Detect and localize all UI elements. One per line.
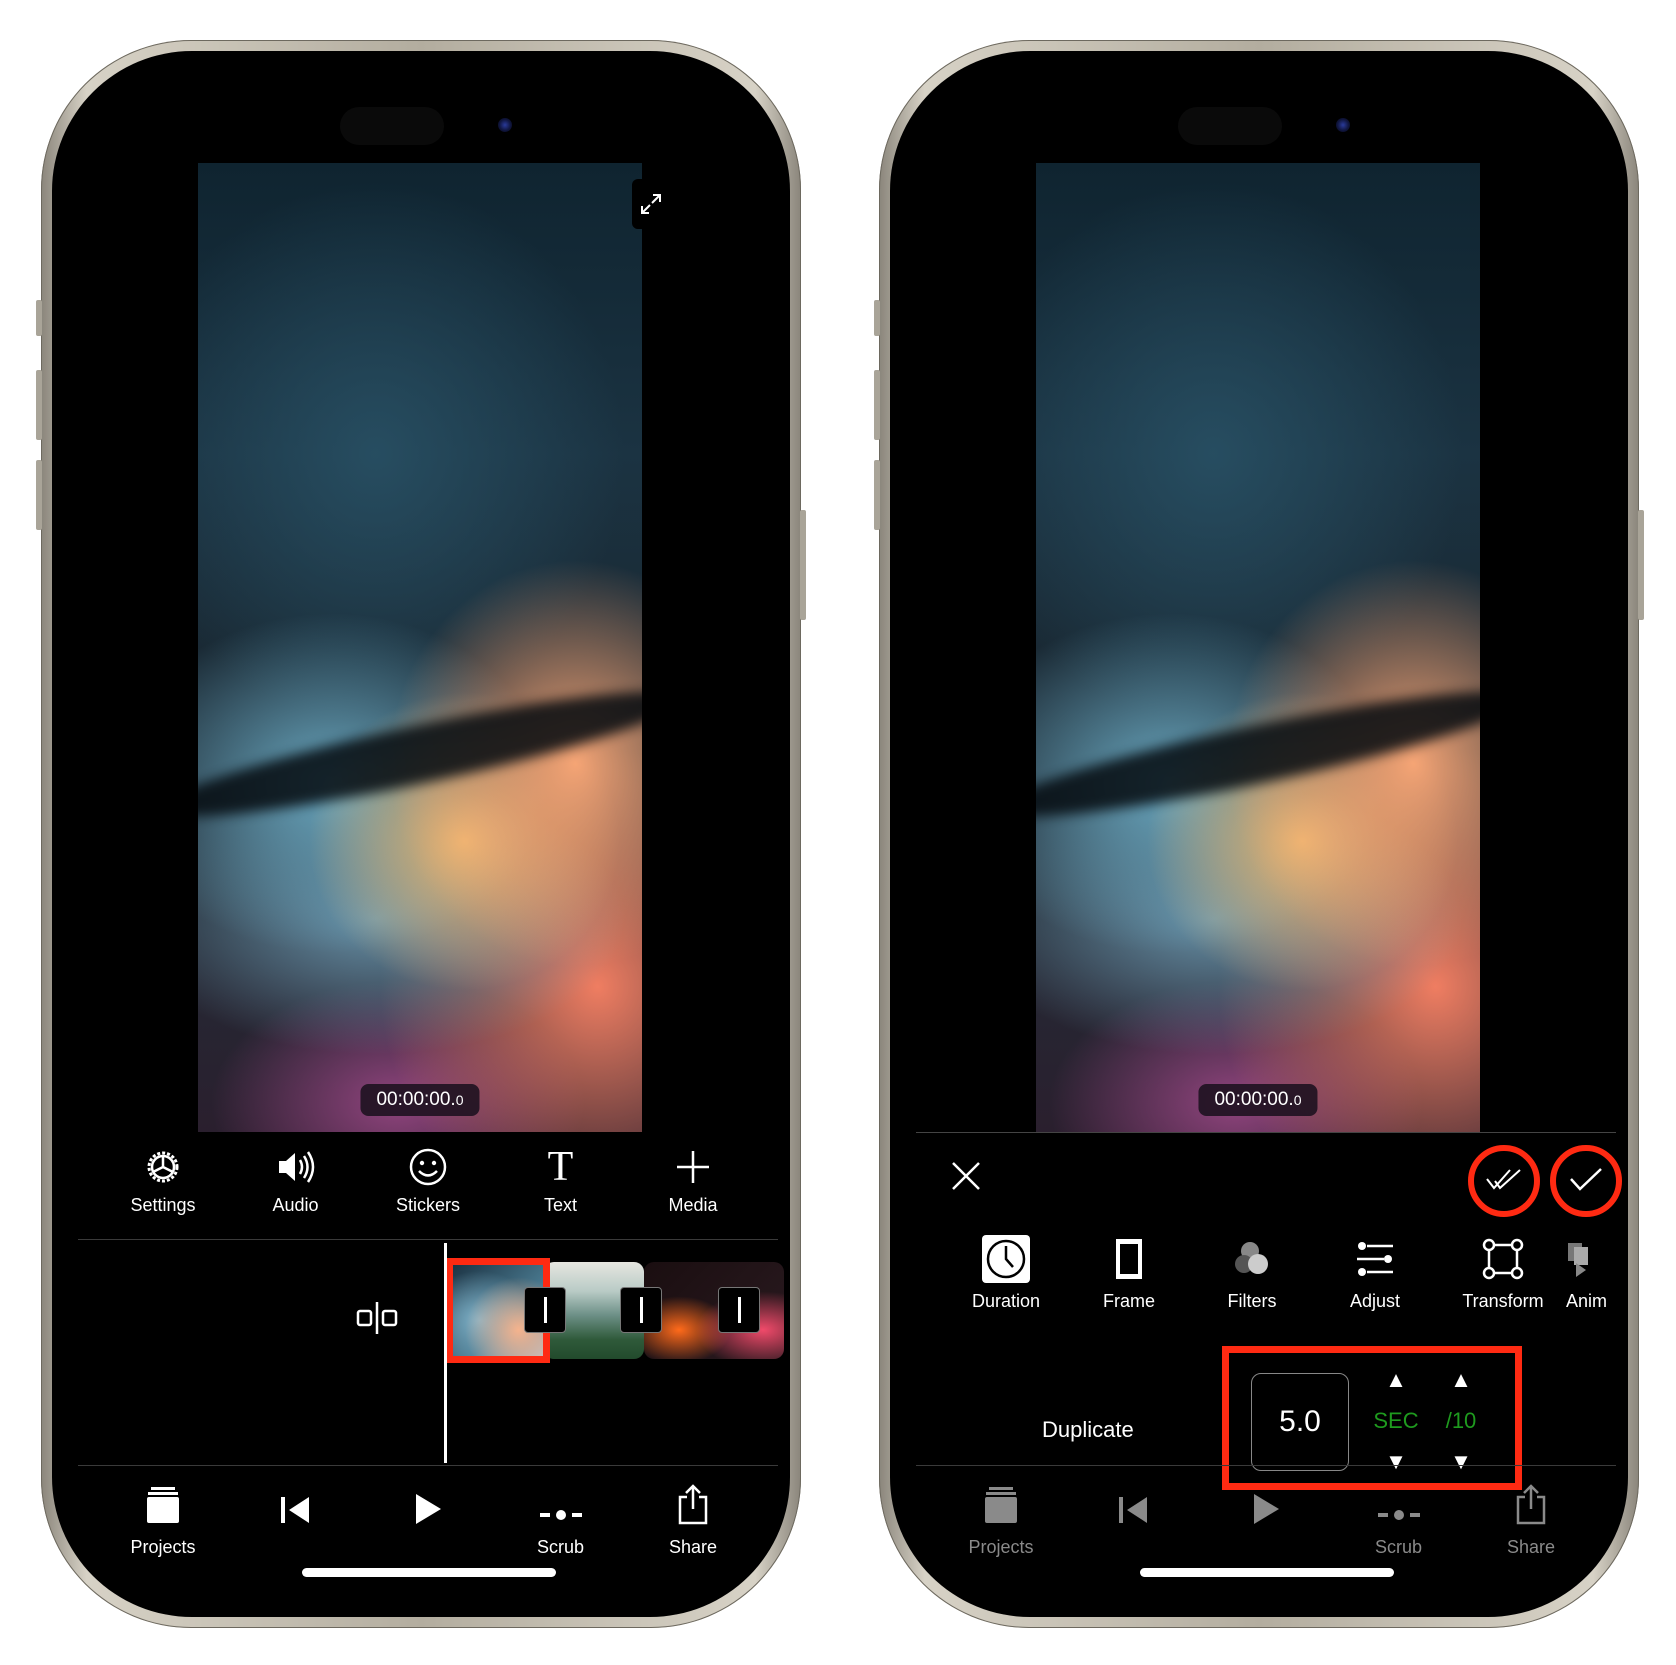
double-checkmark-icon xyxy=(1484,1167,1524,1196)
volume-down-button xyxy=(36,460,42,530)
apply-button[interactable] xyxy=(1550,1145,1622,1217)
timecode-display: 00:00:00.0 xyxy=(360,1084,480,1116)
media-button[interactable]: Media xyxy=(638,1143,748,1229)
apply-to-all-button[interactable] xyxy=(1468,1145,1540,1217)
transition-button[interactable] xyxy=(620,1287,662,1333)
share-button[interactable]: Share xyxy=(638,1475,748,1575)
sliders-icon xyxy=(1355,1233,1395,1285)
tool-adjust[interactable]: Adjust xyxy=(1315,1233,1435,1312)
projects-button[interactable]: Projects xyxy=(108,1475,218,1575)
projects-button[interactable]: Projects xyxy=(946,1475,1056,1575)
stickers-button[interactable]: Stickers xyxy=(373,1143,483,1229)
bottom-nav-disabled: Projects Scrub Share xyxy=(916,1475,1616,1575)
speaker-icon xyxy=(276,1143,316,1191)
divider xyxy=(78,1465,778,1466)
home-indicator[interactable] xyxy=(1140,1568,1394,1577)
video-preview[interactable]: 00:00:00.0 xyxy=(198,163,642,1132)
duration-control-highlight: 5.0 ▲ SEC ▼ ▲ /10 ▼ xyxy=(1222,1346,1522,1490)
seconds-unit-label: SEC xyxy=(1373,1408,1419,1433)
timeline[interactable] xyxy=(78,1243,784,1463)
text-t-icon: T xyxy=(547,1144,574,1190)
play-icon xyxy=(413,1475,443,1525)
left-phone-screen: 00:00:00.0 Settings Audio Stickers T Tex… xyxy=(52,51,790,1617)
share-button[interactable]: Share xyxy=(1476,1475,1586,1575)
main-toolbar: Settings Audio Stickers T Text Media xyxy=(78,1143,778,1229)
skip-back-button[interactable] xyxy=(241,1475,351,1575)
transform-icon xyxy=(1482,1233,1524,1285)
tenths-unit-label: /10 xyxy=(1445,1408,1477,1433)
play-icon xyxy=(1251,1475,1281,1525)
dynamic-island xyxy=(1178,107,1282,145)
settings-button[interactable]: Settings xyxy=(108,1143,218,1229)
duration-value[interactable]: 5.0 xyxy=(1251,1373,1349,1471)
tool-transform[interactable]: Transform xyxy=(1443,1233,1563,1312)
front-camera xyxy=(498,118,512,132)
tool-animation[interactable]: Anim xyxy=(1566,1233,1626,1312)
power-button xyxy=(800,510,806,620)
scrub-icon xyxy=(1377,1475,1421,1525)
scrub-button[interactable]: Scrub xyxy=(506,1475,616,1575)
clock-icon xyxy=(981,1233,1031,1285)
volume-up-button xyxy=(874,370,880,440)
filters-icon xyxy=(1232,1233,1272,1285)
split-icon[interactable] xyxy=(356,1300,398,1341)
scrub-button[interactable]: Scrub xyxy=(1344,1475,1454,1575)
divider xyxy=(916,1465,1616,1466)
duplicate-button[interactable]: Duplicate xyxy=(1042,1417,1134,1443)
seconds-up-icon[interactable]: ▲ xyxy=(1385,1369,1407,1391)
left-phone-frame: 00:00:00.0 Settings Audio Stickers T Tex… xyxy=(36,40,806,1628)
projects-stack-icon xyxy=(983,1475,1019,1525)
action-button xyxy=(36,300,42,336)
volume-up-button xyxy=(36,370,42,440)
tool-filters[interactable]: Filters xyxy=(1192,1233,1312,1312)
dynamic-island xyxy=(340,107,444,145)
transition-button[interactable] xyxy=(718,1287,760,1333)
timecode-display: 00:00:00.0 xyxy=(1198,1084,1318,1116)
animation-icon xyxy=(1566,1233,1596,1285)
transition-button[interactable] xyxy=(524,1287,566,1333)
checkmark-icon xyxy=(1568,1166,1604,1197)
smiley-icon xyxy=(408,1143,448,1191)
tool-duration[interactable]: Duration xyxy=(946,1233,1066,1312)
play-button[interactable] xyxy=(1211,1475,1321,1575)
video-preview[interactable]: 00:00:00.0 xyxy=(1036,163,1480,1132)
share-icon xyxy=(1515,1475,1547,1525)
seconds-down-icon[interactable]: ▼ xyxy=(1385,1451,1407,1473)
home-indicator[interactable] xyxy=(302,1568,556,1577)
tool-frame[interactable]: Frame xyxy=(1069,1233,1189,1312)
bottom-nav: Projects Scrub Share xyxy=(78,1475,778,1575)
tenths-stepper[interactable]: ▲ /10 ▼ xyxy=(1433,1369,1489,1473)
share-icon xyxy=(677,1475,709,1525)
timeline-clip[interactable] xyxy=(644,1262,784,1359)
right-phone-frame: 00:00:00.0 Duration Frame Filters Adjust… xyxy=(874,40,1644,1628)
text-button[interactable]: T Text xyxy=(506,1143,616,1229)
volume-down-button xyxy=(874,460,880,530)
playhead[interactable] xyxy=(444,1243,447,1463)
divider xyxy=(78,1239,778,1240)
projects-stack-icon xyxy=(145,1475,181,1525)
tenths-down-icon[interactable]: ▼ xyxy=(1450,1451,1472,1473)
scrub-icon xyxy=(539,1475,583,1525)
skip-back-button[interactable] xyxy=(1079,1475,1189,1575)
skip-back-icon xyxy=(1117,1475,1151,1525)
audio-button[interactable]: Audio xyxy=(241,1143,351,1229)
right-phone-screen: 00:00:00.0 Duration Frame Filters Adjust… xyxy=(890,51,1628,1617)
front-camera xyxy=(1336,118,1350,132)
plus-icon xyxy=(675,1143,711,1191)
play-button[interactable] xyxy=(373,1475,483,1575)
frame-icon xyxy=(1114,1233,1144,1285)
expand-arrows-icon[interactable] xyxy=(632,179,670,229)
tenths-up-icon[interactable]: ▲ xyxy=(1450,1369,1472,1391)
skip-back-icon xyxy=(279,1475,313,1525)
power-button xyxy=(1638,510,1644,620)
gear-icon xyxy=(144,1143,182,1191)
edit-header xyxy=(916,1145,1622,1225)
action-button xyxy=(874,300,880,336)
close-icon[interactable] xyxy=(950,1159,982,1199)
edit-tools-bar: Duration Frame Filters Adjust Transform … xyxy=(916,1233,1616,1323)
seconds-stepper[interactable]: ▲ SEC ▼ xyxy=(1368,1369,1424,1473)
divider xyxy=(916,1132,1616,1133)
